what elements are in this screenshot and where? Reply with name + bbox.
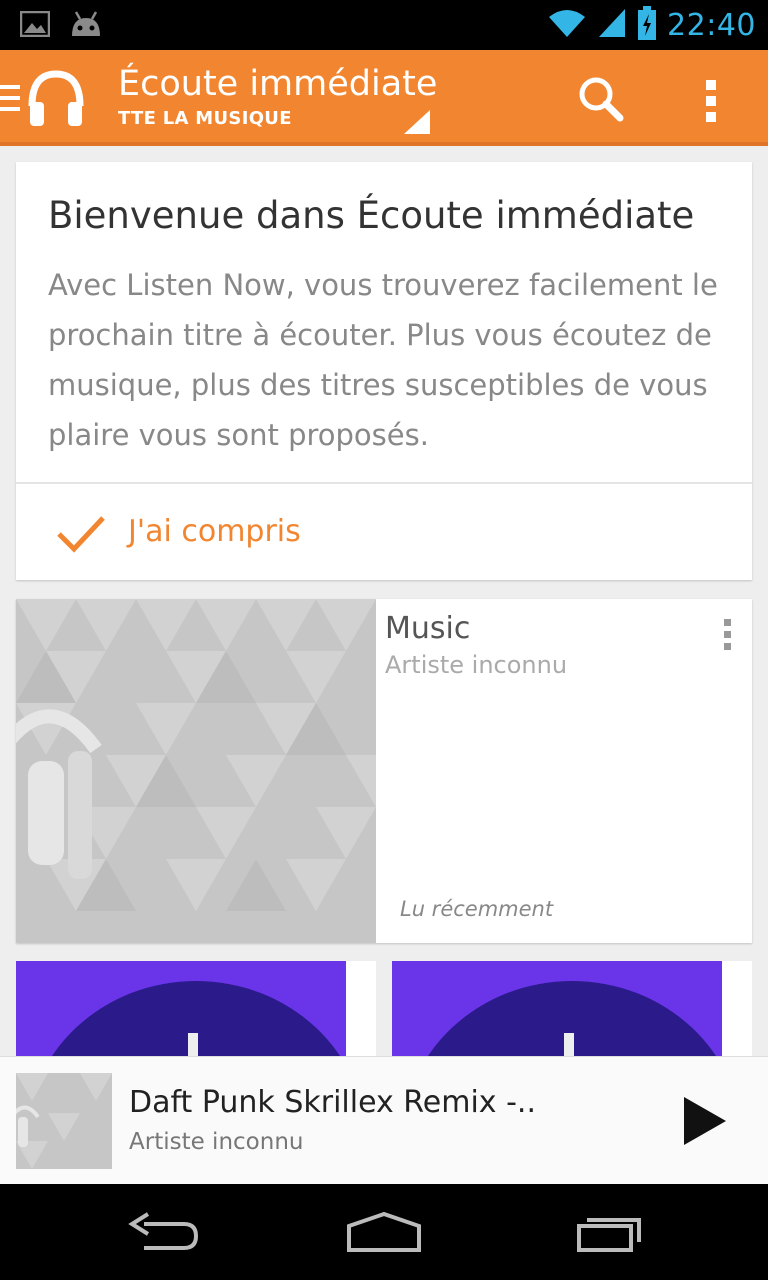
now-playing-title: Daft Punk Skrillex Remix -.. bbox=[129, 1085, 536, 1120]
search-icon[interactable] bbox=[572, 70, 632, 130]
now-playing-artist: Artiste inconnu bbox=[129, 1129, 304, 1155]
recently-played-tag: Lu récemment bbox=[400, 897, 554, 921]
dropdown-indicator-icon[interactable] bbox=[404, 110, 430, 138]
album-title: Music bbox=[385, 611, 471, 646]
wifi-icon bbox=[547, 7, 587, 43]
navigation-bar bbox=[0, 1184, 768, 1280]
back-icon[interactable] bbox=[104, 1204, 214, 1260]
recent-apps-icon[interactable] bbox=[555, 1204, 665, 1260]
album-art[interactable] bbox=[16, 599, 376, 943]
play-icon[interactable] bbox=[676, 1093, 732, 1149]
image-icon bbox=[19, 10, 51, 41]
play-music-headphones-icon[interactable] bbox=[24, 66, 88, 134]
overflow-menu-icon[interactable] bbox=[690, 70, 734, 130]
album-tile[interactable] bbox=[392, 961, 752, 1057]
signal-icon bbox=[597, 7, 627, 43]
battery-icon bbox=[637, 6, 657, 44]
album-artist: Artiste inconnu bbox=[385, 651, 568, 679]
album-tile[interactable] bbox=[16, 961, 376, 1057]
page-subtitle[interactable]: TTE LA MUSIQUE bbox=[118, 108, 292, 129]
checkmark-icon bbox=[56, 514, 106, 558]
action-bar: Écoute immédiate TTE LA MUSIQUE bbox=[0, 50, 768, 146]
got-it-button[interactable]: J'ai compris bbox=[16, 484, 752, 580]
page-title[interactable]: Écoute immédiate bbox=[118, 64, 437, 104]
clock: 22:40 bbox=[667, 7, 756, 43]
android-icon bbox=[68, 10, 104, 42]
status-bar: 22:40 bbox=[0, 0, 768, 50]
home-icon[interactable] bbox=[329, 1204, 439, 1260]
welcome-card: Bienvenue dans Écoute immédiate Avec Lis… bbox=[16, 162, 752, 580]
got-it-label: J'ai compris bbox=[128, 514, 301, 549]
now-playing-art bbox=[16, 1073, 112, 1169]
more-options-icon[interactable] bbox=[716, 615, 740, 655]
welcome-title: Bienvenue dans Écoute immédiate bbox=[48, 194, 695, 237]
music-card[interactable]: Music Artiste inconnu Lu récemment bbox=[16, 599, 752, 943]
drawer-menu-icon[interactable] bbox=[0, 83, 22, 117]
now-playing-bar[interactable]: Daft Punk Skrillex Remix -.. Artiste inc… bbox=[0, 1056, 768, 1185]
welcome-body: Avec Listen Now, vous trouverez facileme… bbox=[48, 268, 718, 452]
